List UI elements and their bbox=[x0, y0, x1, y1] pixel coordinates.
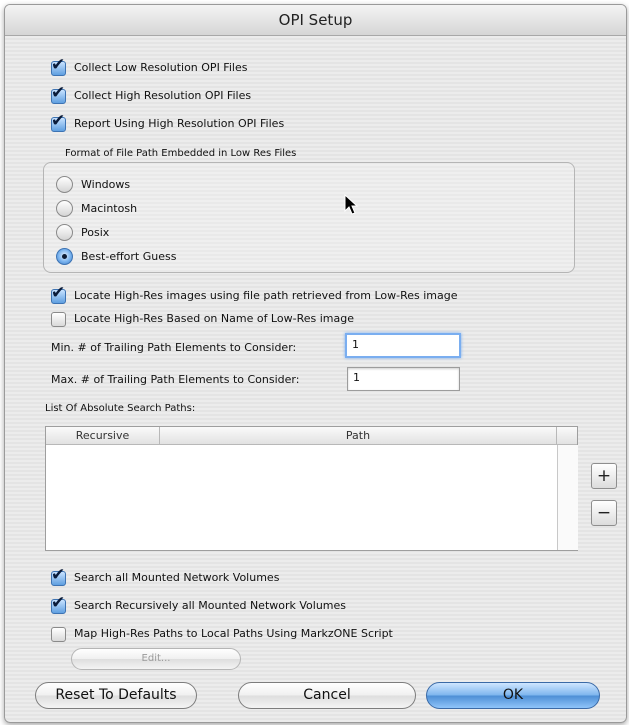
search-paths-table[interactable]: Recursive Path bbox=[45, 426, 578, 551]
mouse-pointer-icon bbox=[344, 194, 359, 215]
reset-defaults-button[interactable]: Reset To Defaults bbox=[35, 682, 197, 709]
radio-posix-label: Posix bbox=[81, 226, 110, 239]
radio-dot-icon bbox=[62, 254, 67, 259]
collect-low-res-checkbox[interactable]: ✔ bbox=[51, 57, 66, 76]
radio-windows[interactable] bbox=[56, 176, 73, 193]
cancel-button[interactable]: Cancel bbox=[238, 682, 416, 709]
ok-button[interactable]: OK bbox=[426, 682, 600, 709]
max-trailing-label: Max. # of Trailing Path Elements to Cons… bbox=[51, 373, 300, 386]
search-mounted-volumes-checkbox[interactable]: ✔ bbox=[51, 567, 66, 586]
dialog-title: OPI Setup bbox=[5, 5, 626, 36]
report-high-res-label: Report Using High Resolution OPI Files bbox=[74, 117, 285, 130]
add-path-button[interactable]: + bbox=[591, 463, 617, 489]
search-recursively-label: Search Recursively all Mounted Network V… bbox=[74, 599, 347, 612]
checkmark-icon: ✔ bbox=[51, 111, 66, 131]
search-mounted-volumes-label: Search all Mounted Network Volumes bbox=[74, 571, 280, 584]
report-high-res-checkbox[interactable]: ✔ bbox=[51, 113, 66, 132]
remove-path-button[interactable]: − bbox=[591, 500, 617, 526]
radio-best-effort-label: Best-effort Guess bbox=[81, 250, 177, 263]
locate-by-path-checkbox[interactable]: ✔ bbox=[51, 285, 66, 304]
search-recursively-checkbox[interactable]: ✔ bbox=[51, 595, 66, 614]
column-header-recursive[interactable]: Recursive bbox=[46, 427, 160, 445]
edit-script-button[interactable]: Edit... bbox=[71, 648, 241, 670]
radio-best-effort[interactable] bbox=[56, 248, 73, 265]
format-group-title: Format of File Path Embedded in Low Res … bbox=[65, 148, 297, 159]
collect-high-res-label: Collect High Resolution OPI Files bbox=[74, 89, 252, 102]
opi-setup-dialog: OPI Setup ✔ Collect Low Resolution OPI F… bbox=[4, 4, 627, 723]
min-trailing-label: Min. # of Trailing Path Elements to Cons… bbox=[51, 341, 297, 354]
table-scrollbar[interactable] bbox=[557, 445, 578, 550]
checkmark-icon: ✔ bbox=[51, 593, 66, 613]
locate-by-name-label: Locate High-Res Based on Name of Low-Res… bbox=[74, 312, 354, 325]
column-header-corner bbox=[557, 427, 577, 445]
radio-macintosh-label: Macintosh bbox=[81, 202, 138, 215]
max-trailing-input[interactable]: 1 bbox=[347, 367, 460, 391]
collect-low-res-label: Collect Low Resolution OPI Files bbox=[74, 61, 248, 74]
radio-macintosh[interactable] bbox=[56, 200, 73, 217]
min-trailing-input[interactable]: 1 bbox=[345, 333, 461, 358]
map-paths-checkbox[interactable] bbox=[51, 627, 66, 642]
locate-by-name-checkbox[interactable] bbox=[51, 312, 66, 327]
column-header-path[interactable]: Path bbox=[160, 427, 557, 445]
checkmark-icon: ✔ bbox=[51, 55, 66, 75]
radio-windows-label: Windows bbox=[81, 178, 131, 191]
search-paths-title: List Of Absolute Search Paths: bbox=[45, 403, 196, 414]
locate-by-path-label: Locate High-Res images using file path r… bbox=[74, 289, 458, 302]
checkmark-icon: ✔ bbox=[51, 565, 66, 585]
map-paths-label: Map High-Res Paths to Local Paths Using … bbox=[74, 627, 393, 640]
checkmark-icon: ✔ bbox=[51, 83, 66, 103]
radio-posix[interactable] bbox=[56, 224, 73, 241]
collect-high-res-checkbox[interactable]: ✔ bbox=[51, 85, 66, 104]
checkmark-icon: ✔ bbox=[51, 283, 66, 303]
